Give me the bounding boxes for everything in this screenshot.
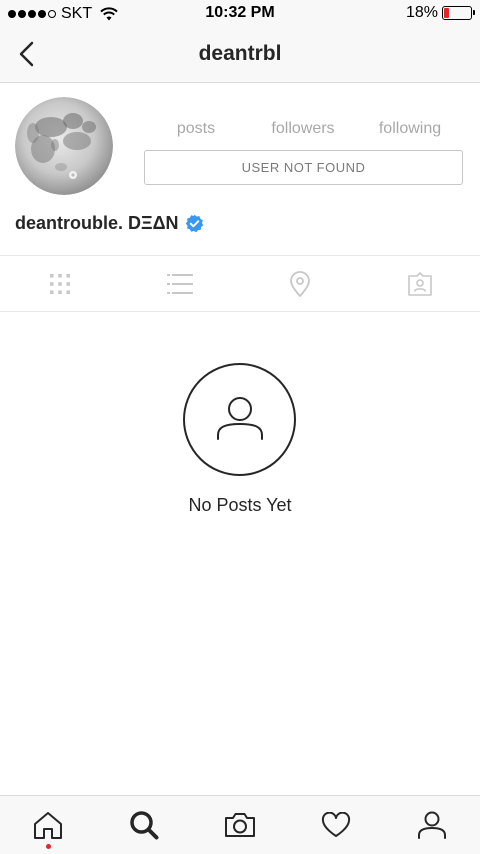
list-icon	[167, 274, 193, 294]
nav-home[interactable]	[0, 796, 96, 854]
empty-state-icon-circle	[183, 363, 296, 476]
notification-dot	[46, 844, 51, 849]
user-not-found-button[interactable]: USER NOT FOUND	[144, 150, 463, 185]
tab-tagged[interactable]	[360, 256, 480, 312]
tab-map[interactable]	[240, 256, 360, 312]
heart-icon	[321, 812, 351, 837]
tab-grid[interactable]	[0, 256, 120, 312]
nav-search[interactable]	[96, 796, 192, 854]
profile-icon	[418, 811, 446, 839]
nav-camera[interactable]	[192, 796, 288, 854]
posts-stat[interactable]: posts	[145, 120, 247, 138]
tab-list[interactable]	[120, 256, 240, 312]
location-pin-icon	[290, 271, 310, 297]
bottom-navigation	[0, 795, 480, 854]
page-title: deantrbl	[198, 42, 282, 65]
battery-level	[444, 8, 449, 18]
nav-profile[interactable]	[384, 796, 480, 854]
no-posts-message: No Posts Yet	[188, 495, 292, 515]
display-name-text: deantrouble. DΞΔN	[15, 213, 179, 233]
followers-stat[interactable]: followers	[251, 120, 355, 138]
home-icon	[34, 812, 62, 839]
nav-activity[interactable]	[288, 796, 384, 854]
status-bar: SKT 10:32 PM 18%	[0, 0, 480, 28]
following-stat[interactable]: following	[359, 120, 461, 138]
camera-icon	[225, 813, 255, 837]
moon-avatar-image	[15, 97, 113, 195]
verified-badge-icon	[185, 214, 203, 233]
profile-header: deantrbl	[0, 28, 480, 83]
person-icon	[216, 396, 263, 440]
search-icon	[130, 811, 159, 840]
profile-display-name: deantrouble. DΞΔN	[15, 213, 204, 234]
avatar[interactable]	[15, 97, 113, 195]
status-right: 18%	[405, 4, 475, 22]
profile-stats: posts followers following	[145, 120, 465, 140]
battery-icon	[442, 6, 475, 20]
battery-percent: 18%	[405, 4, 438, 21]
grid-icon	[50, 274, 70, 294]
profile-view-tabs	[0, 255, 480, 312]
tagged-user-icon	[408, 272, 432, 296]
